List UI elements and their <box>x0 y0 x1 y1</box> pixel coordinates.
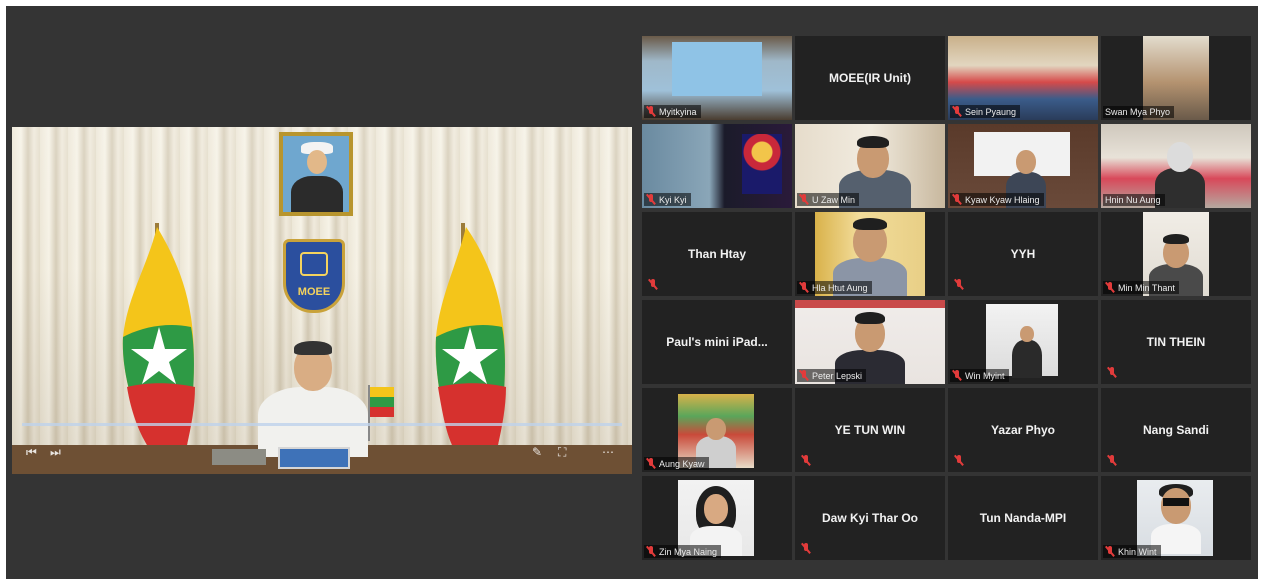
active-speaker-video[interactable]: MOEE ⏮ ⏭ ✎ ⛶ ⋯ <box>12 127 632 474</box>
participant-tile[interactable]: Yazar Phyo <box>948 388 1098 472</box>
more-options-icon[interactable]: ⋯ <box>602 445 614 459</box>
participant-tile[interactable]: Paul's mini iPad... <box>642 300 792 384</box>
muted-microphone-icon <box>954 279 964 290</box>
participant-name: Min Min Thant <box>1118 282 1175 293</box>
participant-tile[interactable]: TIN THEIN <box>1101 300 1251 384</box>
participant-name: Yazar Phyo <box>990 423 1056 437</box>
participant-name: U Zaw Min <box>812 194 856 205</box>
participant-name: Kyaw Kyaw Hlaing <box>965 194 1040 205</box>
myanmar-flag-right <box>435 227 506 445</box>
participant-name: Paul's mini iPad... <box>666 335 768 349</box>
moee-emblem: MOEE <box>283 239 345 313</box>
speaker-person <box>258 341 368 457</box>
pencil-icon[interactable]: ✎ <box>532 445 542 459</box>
participant-tile[interactable]: Zin Mya Naing <box>642 476 792 560</box>
participant-name: YYH <box>1010 247 1036 261</box>
participant-name: Swan Mya Phyo <box>1105 107 1171 117</box>
muted-microphone-icon <box>648 279 658 290</box>
participant-name: Zin Mya Naing <box>659 546 718 557</box>
muted-microphone-icon <box>799 282 809 293</box>
muted-microphone-icon <box>799 194 809 205</box>
skip-icon[interactable]: ⏭ <box>50 445 61 460</box>
participant-name: Peter Lepski <box>812 370 863 381</box>
participant-tile[interactable]: Tun Nanda-MPI <box>948 476 1098 560</box>
participant-tile[interactable]: Kyi Kyi <box>642 124 792 208</box>
muted-microphone-icon <box>952 194 962 205</box>
participant-tile[interactable]: Win Myint <box>948 300 1098 384</box>
muted-microphone-icon <box>954 455 964 466</box>
participant-name: Myitkyina <box>659 106 697 117</box>
meeting-window: MOEE ⏮ ⏭ ✎ ⛶ ⋯ Myitkyina MOEE(IR Unit) S… <box>6 6 1258 579</box>
participant-gallery: Myitkyina MOEE(IR Unit) Sein Pyaung Swan… <box>642 36 1251 566</box>
participant-tile[interactable]: Kyaw Kyaw Hlaing <box>948 124 1098 208</box>
muted-microphone-icon <box>646 458 656 469</box>
participant-name: Aung Kyaw <box>659 458 705 469</box>
muted-microphone-icon <box>1107 455 1117 466</box>
video-progress-bar[interactable] <box>22 423 622 426</box>
participant-name: TIN THEIN <box>1146 335 1206 349</box>
participant-tile[interactable]: Hnin Nu Aung <box>1101 124 1251 208</box>
rewind-icon[interactable]: ⏮ <box>26 445 37 460</box>
participant-tile[interactable]: Swan Mya Phyo <box>1101 36 1251 120</box>
participant-name: Khin Wint <box>1118 546 1157 557</box>
participant-tile[interactable]: Aung Kyaw <box>642 388 792 472</box>
participant-name: Tun Nanda-MPI <box>979 511 1067 525</box>
participant-tile[interactable]: YYH <box>948 212 1098 296</box>
muted-microphone-icon <box>799 370 809 381</box>
muted-microphone-icon <box>801 455 811 466</box>
participant-tile[interactable]: U Zaw Min <box>795 124 945 208</box>
participant-name: MOEE(IR Unit) <box>829 71 911 85</box>
participant-tile[interactable]: MOEE(IR Unit) <box>795 36 945 120</box>
fullscreen-icon[interactable]: ⛶ <box>558 445 566 460</box>
participant-name: Hla Htut Aung <box>812 282 868 293</box>
participant-name: Hnin Nu Aung <box>1105 195 1161 205</box>
participant-name: Daw Kyi Thar Oo <box>821 511 919 525</box>
participant-tile[interactable]: Sein Pyaung <box>948 36 1098 120</box>
muted-microphone-icon <box>646 546 656 557</box>
muted-microphone-icon <box>1107 367 1117 378</box>
participant-name: Than Htay <box>687 247 746 261</box>
muted-microphone-icon <box>646 106 656 117</box>
participant-name: Sein Pyaung <box>965 106 1017 117</box>
participant-tile[interactable]: Khin Wint <box>1101 476 1251 560</box>
participant-name: Kyi Kyi <box>659 194 687 205</box>
myanmar-flag-left <box>122 227 195 445</box>
participant-tile[interactable]: Myitkyina <box>642 36 792 120</box>
participant-tile[interactable]: Than Htay <box>642 212 792 296</box>
muted-microphone-icon <box>1105 282 1115 293</box>
participant-tile[interactable]: Peter Lepski <box>795 300 945 384</box>
participant-tile[interactable]: Hla Htut Aung <box>795 212 945 296</box>
participant-tile[interactable]: Min Min Thant <box>1101 212 1251 296</box>
framed-portrait <box>279 132 353 216</box>
muted-microphone-icon <box>952 370 962 381</box>
nameplate <box>278 447 350 469</box>
participant-tile[interactable]: Daw Kyi Thar Oo <box>795 476 945 560</box>
participant-name: Nang Sandi <box>1142 423 1209 437</box>
muted-microphone-icon <box>952 106 962 117</box>
muted-microphone-icon <box>801 543 811 554</box>
participant-tile[interactable]: YE TUN WIN <box>795 388 945 472</box>
desk-flag <box>368 385 394 441</box>
participant-name: Win Myint <box>965 370 1005 381</box>
participant-name: YE TUN WIN <box>834 423 906 437</box>
muted-microphone-icon <box>1105 546 1115 557</box>
participant-tile[interactable]: Nang Sandi <box>1101 388 1251 472</box>
muted-microphone-icon <box>646 194 656 205</box>
emblem-text: MOEE <box>297 286 331 298</box>
